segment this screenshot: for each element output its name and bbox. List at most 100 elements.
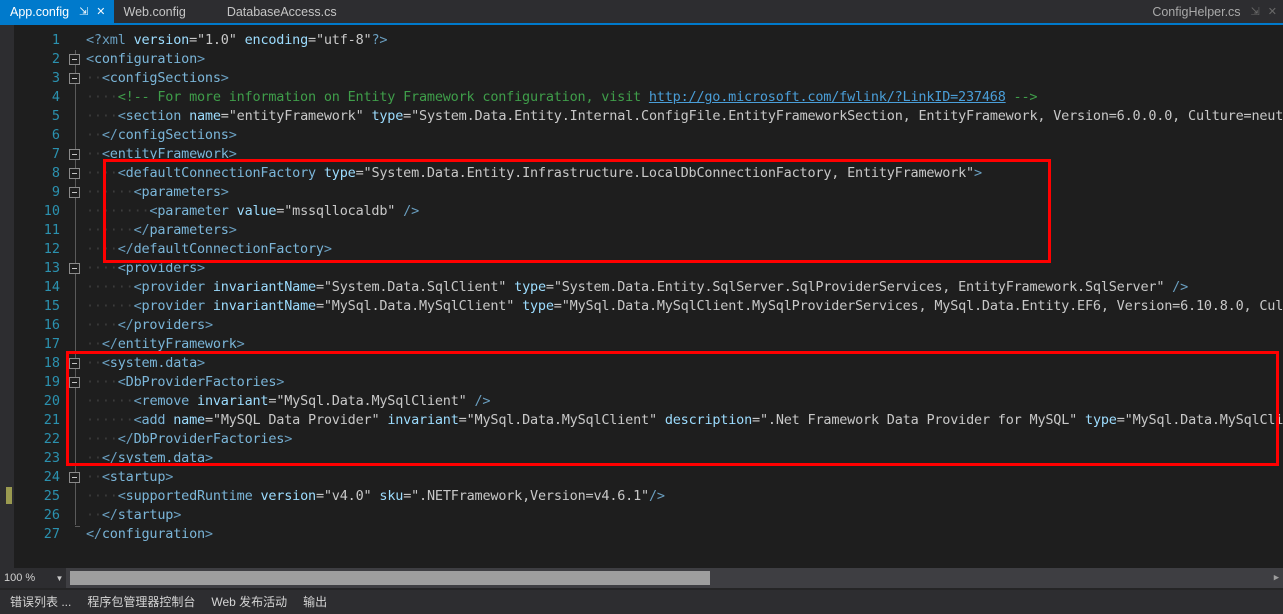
fold-guide-line [75,449,76,468]
zoom-level-selector[interactable]: 100 % ▼ [0,568,66,588]
code-token-br: </ [117,317,134,333]
code-line[interactable]: ····<defaultConnectionFactory type="Syst… [86,164,982,183]
fold-toggle-icon[interactable] [69,263,80,274]
code-token-pl: = [403,108,412,124]
line-number: 13 [43,260,60,276]
code-line[interactable]: ····<section name="entityFramework" type… [86,107,1283,126]
fold-guide-line [75,126,76,145]
code-line[interactable]: ··</entityFramework> [86,335,245,354]
fold-guide-line [75,392,76,411]
code-token-at: name [173,412,205,428]
code-token-br: < [133,184,142,200]
code-token-br: < [117,374,126,390]
triangle-right-icon[interactable]: ▶ [1270,568,1283,588]
code-text-area[interactable]: <?xml version="1.0" encoding="utf-8"?> <c… [86,25,1283,568]
code-token-pl: = [315,279,324,295]
code-token-br: ?> [371,32,388,48]
panel-tab-error-list[interactable]: 错误列表 ... [2,590,79,614]
fold-toggle-icon[interactable] [69,54,80,65]
code-token-br: > [284,431,293,447]
panel-tab-output[interactable]: 输出 [295,590,335,614]
code-line[interactable]: ······<add name="MySQL Data Provider" in… [86,411,1283,430]
horizontal-scrollbar-thumb[interactable] [70,571,710,585]
code-line[interactable]: ··</startup> [86,506,181,525]
code-token-lk: http://go.microsoft.com/fwlink/?LinkID=2… [648,89,1006,105]
code-token-tg: provider [141,298,213,314]
panel-tab-web-publish-activity[interactable]: Web 发布活动 [203,590,295,614]
code-line[interactable]: ··</configSections> [86,126,237,145]
line-number: 1 [51,32,60,48]
horizontal-scrollbar-track[interactable] [70,568,1270,588]
fold-toggle-icon[interactable] [69,472,80,483]
line-number-gutter: 1 2 3 4 5 6 7 8 9 10 11 12 13 14 15 16 17 18 19 20 21 22 23 24 2… [14,25,66,568]
fold-guide-line [75,278,76,297]
tab-config-helper-cs[interactable]: ConfigHelper.cs ⇲ ✕ [1142,0,1283,23]
code-line[interactable]: <configuration> [86,50,205,69]
code-token-br: > [204,317,213,333]
fold-toggle-icon[interactable] [69,168,80,179]
code-line[interactable]: ··<entityFramework> [86,145,237,164]
fold-toggle-icon[interactable] [69,73,80,84]
line-number: 27 [43,526,60,542]
fold-toggle-icon[interactable] [69,377,80,388]
code-token-ws: ···· [86,108,118,124]
tab-database-access-cs[interactable]: DatabaseAccess.cs [201,0,352,23]
code-token-br: <?xml [86,32,134,48]
code-line[interactable]: ······<remove invariant="MySql.Data.MySq… [86,392,491,411]
code-line[interactable]: ······</parameters> [86,221,237,240]
code-token-vl: ".Net Framework Data Provider for MySQL" [759,412,1078,428]
code-token-ws: ······ [86,393,134,409]
code-token-tg: providers [133,317,206,333]
code-line[interactable]: ······<parameters> [86,183,229,202]
tab-app-config[interactable]: App.config ⇲ ✕ [0,0,114,23]
code-token-tg: configuration [101,526,205,542]
line-number: 17 [43,336,60,352]
fold-toggle-icon[interactable] [69,358,80,369]
code-line[interactable]: ····<!-- For more information on Entity … [86,88,1038,107]
code-token-tg: parameters [149,222,229,238]
code-line[interactable]: ····<DbProviderFactories> [86,373,284,392]
code-token-br: < [133,279,142,295]
code-token-at: version [133,32,190,48]
line-number: 12 [43,241,60,257]
code-line[interactable]: ··<system.data> [86,354,205,373]
close-icon[interactable]: ✕ [92,6,109,17]
code-token-at: type [371,108,404,124]
fold-toggle-icon[interactable] [69,149,80,160]
code-token-br: < [133,298,142,314]
code-line[interactable]: ··<configSections> [86,69,229,88]
code-line[interactable]: </configuration> [86,525,213,544]
code-token-ws: ···· [86,241,118,257]
pin-icon[interactable]: ⇲ [75,6,92,17]
line-number: 16 [43,317,60,333]
code-line[interactable]: ··</system.data> [86,449,213,468]
code-line[interactable]: ······<provider invariantName="MySql.Dat… [86,297,1283,316]
code-token-br: < [117,108,126,124]
code-token-pl: = [752,412,760,428]
code-line[interactable]: ····</DbProviderFactories> [86,430,292,449]
code-editor[interactable]: 1 2 3 4 5 6 7 8 9 10 11 12 13 14 15 16 17 18 19 20 21 22 23 24 2… [0,25,1283,568]
code-token-tg: DbProviderFactories [125,374,277,390]
code-line[interactable]: ····</providers> [86,316,213,335]
code-line[interactable]: ····<providers> [86,259,205,278]
line-number: 20 [43,393,60,409]
code-line[interactable]: ····<supportedRuntime version="v4.0" sku… [86,487,665,506]
fold-toggle-icon[interactable] [69,187,80,198]
code-line[interactable]: ········<parameter value="mssqllocaldb" … [86,202,419,221]
code-line[interactable]: ······<provider invariantName="System.Da… [86,278,1188,297]
code-token-at: type [1085,412,1117,428]
panel-tab-package-manager-console[interactable]: 程序包管理器控制台 [79,590,203,614]
code-folding-gutter[interactable] [66,25,86,568]
pin-icon[interactable]: ⇲ [1247,6,1264,17]
chevron-down-icon[interactable]: ▼ [53,574,66,583]
code-token-ws: ······ [86,222,134,238]
line-number: 8 [51,165,60,181]
code-line[interactable]: ····</defaultConnectionFactory> [86,240,332,259]
close-icon[interactable]: ✕ [1264,6,1281,17]
code-token-tg: startup [117,507,174,523]
code-line[interactable]: <?xml version="1.0" encoding="utf-8"?> [86,31,388,50]
code-token-ws: ······ [86,298,134,314]
tab-web-config[interactable]: Web.config [114,0,201,23]
code-token-pl: = [553,298,562,314]
code-line[interactable]: ··<startup> [86,468,173,487]
